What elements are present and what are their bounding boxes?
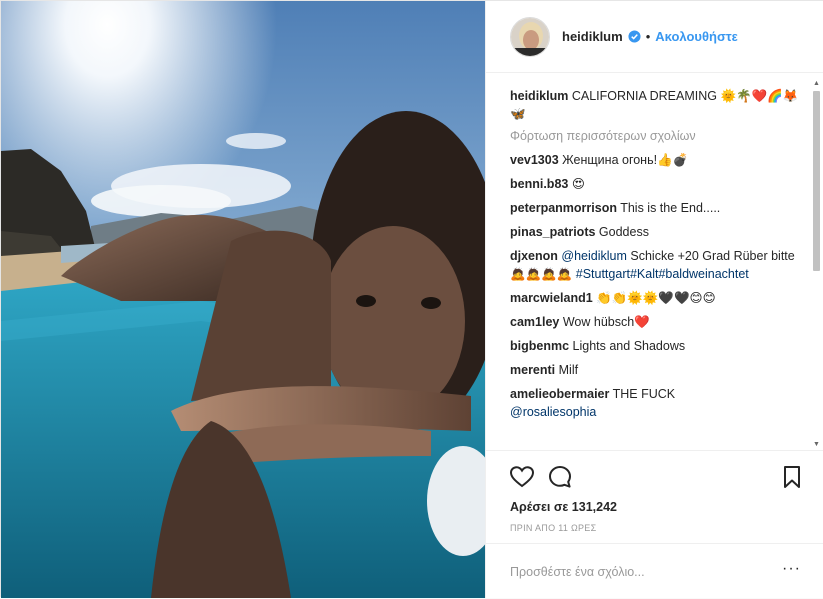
comment-bubble-icon[interactable] <box>546 463 574 491</box>
comment-item: benni.b83 😍 <box>510 175 801 193</box>
post-side-panel: heidiklum • Ακολουθήστε heidiklum CALIFO… <box>485 1 823 598</box>
comment-item: djxenon @heidiklum Schicke +20 Grad Rübe… <box>510 247 801 283</box>
caption-username[interactable]: heidiklum <box>510 89 568 103</box>
post-container: heidiklum • Ακολουθήστε heidiklum CALIFO… <box>0 0 823 598</box>
comments-list: heidiklum CALIFORNIA DREAMING 🌞🌴❤️🌈🦊🦋 Φό… <box>486 73 823 449</box>
comment-item: merenti Milf <box>510 361 801 379</box>
comment-username[interactable]: cam1ley <box>510 315 559 329</box>
comment-username[interactable]: bigbenmc <box>510 339 569 353</box>
comment-text: THE FUCK <box>612 387 676 401</box>
comment-input[interactable] <box>510 562 760 582</box>
avatar-image <box>511 17 549 56</box>
comment-username[interactable]: merenti <box>510 363 555 377</box>
beach-photo-illustration <box>1 1 485 598</box>
avatar[interactable] <box>510 16 550 57</box>
post-header: heidiklum • Ακολουθήστε <box>486 1 823 73</box>
verified-badge-icon <box>628 30 641 43</box>
comment-username[interactable]: vev1303 <box>510 153 559 167</box>
separator-dot: • <box>645 29 651 44</box>
comment-text: Женщина огонь!👍💣 <box>562 153 689 167</box>
comment-username[interactable]: amelieobermaier <box>510 387 609 401</box>
comment-username[interactable]: marcwieland1 <box>510 291 593 305</box>
more-options-icon[interactable]: ··· <box>782 560 801 578</box>
load-more-comments-button[interactable]: Φόρτωση περισσότερων σχολίων <box>510 129 801 143</box>
comment-item: cam1ley Wow hübsch❤️ <box>510 313 801 331</box>
comment-text: Milf <box>558 363 579 377</box>
comment-item: bigbenmc Lights and Shadows <box>510 337 801 355</box>
comment-item: pinas_patriots Goddess <box>510 223 801 241</box>
comment-username[interactable]: pinas_patriots <box>510 225 595 239</box>
post-timestamp: ΠΡΙΝ ΑΠΟ 11 ΩΡΕΣ <box>510 523 597 533</box>
add-comment-section: ··· <box>486 543 823 599</box>
scroll-down-arrow-icon[interactable]: ▼ <box>812 440 821 449</box>
comment-text: Wow hübsch❤️ <box>562 315 650 329</box>
caption: heidiklum CALIFORNIA DREAMING 🌞🌴❤️🌈🦊🦋 <box>510 87 801 123</box>
bookmark-icon[interactable] <box>778 463 806 491</box>
scrollbar-thumb[interactable] <box>813 91 820 271</box>
comment-username[interactable]: benni.b83 <box>510 177 568 191</box>
post-photo[interactable] <box>1 1 485 598</box>
comment-username[interactable]: djxenon <box>510 249 558 263</box>
heart-icon[interactable] <box>508 463 536 491</box>
comment-text: This is the End..... <box>620 201 721 215</box>
comment-item: vev1303 Женщина огонь!👍💣 <box>510 151 801 169</box>
comments-scrollbar[interactable]: ▲ ▼ <box>812 79 821 449</box>
scroll-up-arrow-icon[interactable]: ▲ <box>812 79 821 88</box>
comment-username[interactable]: peterpanmorrison <box>510 201 617 215</box>
comment-mention-link[interactable]: @heidiklum <box>561 249 627 263</box>
comment-item: amelieobermaier THE FUCK @rosaliesophia <box>510 385 801 421</box>
post-author-username[interactable]: heidiklum <box>562 29 623 44</box>
likes-count[interactable]: Αρέσει σε 131,242 <box>510 500 617 514</box>
comment-mention-link[interactable]: @rosaliesophia <box>510 405 596 419</box>
comment-text: Lights and Shadows <box>572 339 686 353</box>
post-actions-section: Αρέσει σε 131,242 ΠΡΙΝ ΑΠΟ 11 ΩΡΕΣ ··· <box>486 450 823 598</box>
comment-text: 😍 <box>571 177 585 191</box>
action-icon-row <box>508 463 806 491</box>
comment-text: 👏👏🌞🌞🖤🖤😊😊 <box>596 291 716 305</box>
comment-hashtags-link[interactable]: #Stuttgart#Kalt#baldweinachtet <box>576 267 749 281</box>
comment-item: peterpanmorrison This is the End..... <box>510 199 801 217</box>
comment-item: marcwieland1 👏👏🌞🌞🖤🖤😊😊 <box>510 289 801 307</box>
comment-text: Goddess <box>598 225 649 239</box>
follow-button[interactable]: Ακολουθήστε <box>655 29 738 44</box>
